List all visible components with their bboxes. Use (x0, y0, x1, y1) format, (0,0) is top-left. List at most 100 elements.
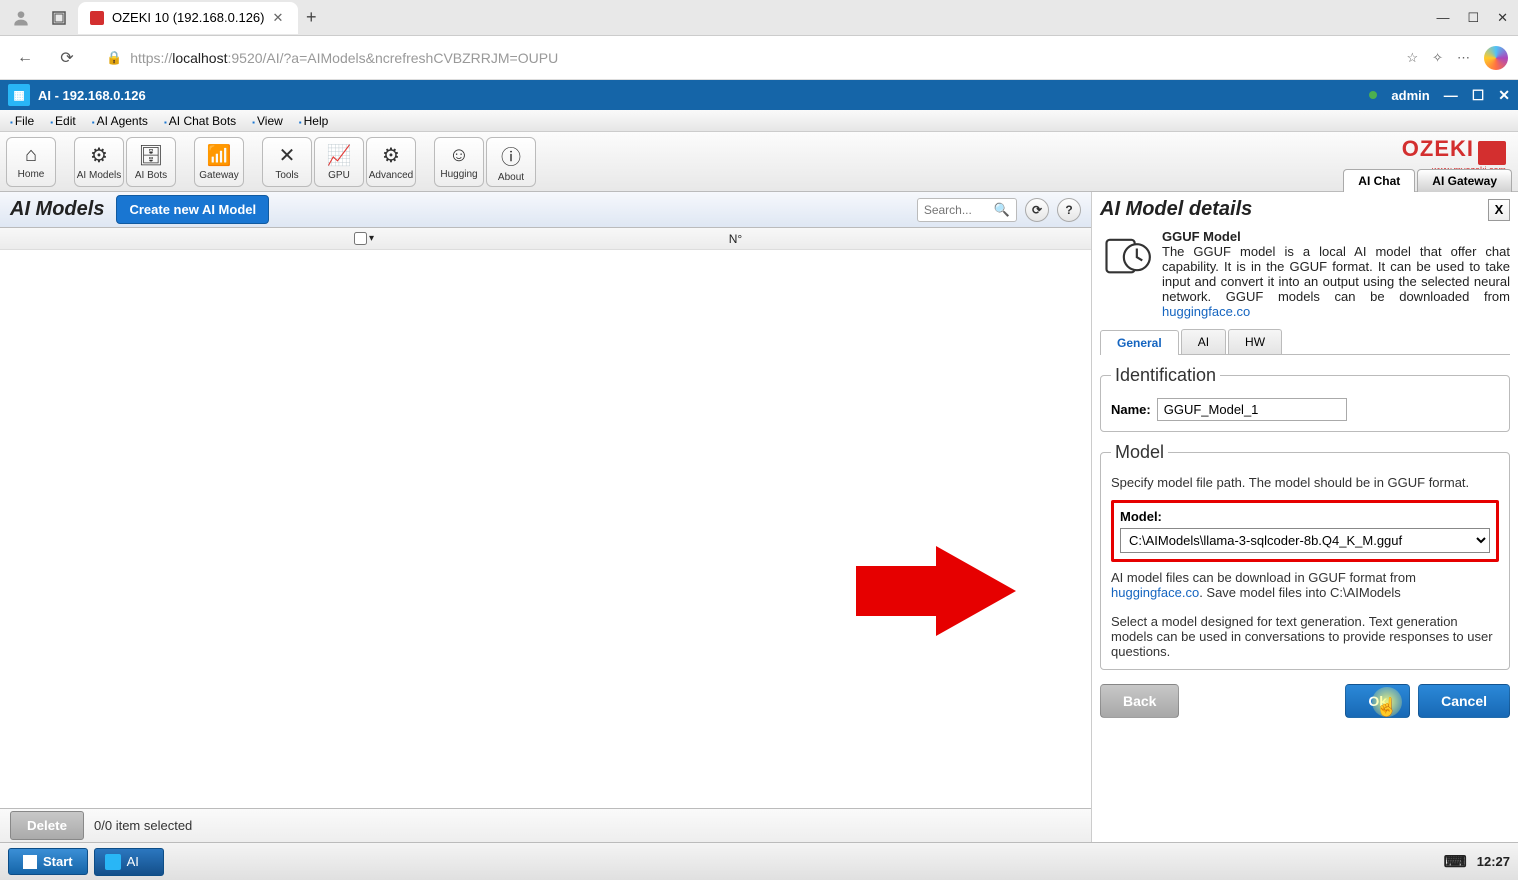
toolbar-home[interactable]: ⌂Home (6, 137, 56, 187)
tab-hw[interactable]: HW (1228, 329, 1282, 354)
workspace-icon[interactable] (44, 3, 74, 33)
model-select[interactable]: C:\AIModels\llama-3-sqlcoder-8b.Q4_K_M.g… (1120, 528, 1490, 553)
right-tab-strip: AI Chat AI Gateway (1343, 169, 1512, 192)
select-all-checkbox[interactable] (354, 232, 367, 245)
main-pane: AI Models Create new AI Model 🔍 ⟳ ? ▾ N° (0, 192, 1092, 842)
advanced-icon: ⚙ (382, 143, 400, 168)
main-pane-header: AI Models Create new AI Model 🔍 ⟳ ? (0, 192, 1091, 228)
tab-ai[interactable]: AI (1181, 329, 1226, 354)
model-legend: Model (1111, 442, 1168, 463)
info-icon: ⓘ (501, 141, 521, 170)
create-new-ai-model-button[interactable]: Create new AI Model (116, 195, 269, 224)
star-icon[interactable]: ☆ (1406, 50, 1418, 66)
tab-title: OZEKI 10 (192.168.0.126) (112, 10, 264, 25)
cancel-button[interactable]: Cancel (1418, 684, 1510, 718)
details-pane: AI Model details X GGUF Model The GGUF m… (1092, 192, 1518, 842)
model-help-2: AI model files can be download in GGUF f… (1111, 570, 1499, 600)
toolbar-tools[interactable]: ✕Tools (262, 137, 312, 187)
menu-ai-chat-bots[interactable]: AI Chat Bots (158, 114, 242, 128)
menu-help[interactable]: Help (293, 114, 335, 128)
status-dot-icon (1369, 91, 1377, 99)
url-text: https://localhost:9520/AI/?a=AIModels&nc… (130, 50, 558, 66)
page-title: AI Models (10, 198, 104, 221)
menu-edit[interactable]: Edit (44, 114, 82, 128)
reload-button[interactable]: ⟳ (52, 43, 82, 73)
keyboard-icon[interactable]: ⌨ (1444, 852, 1467, 872)
more-icon[interactable]: ⋯ (1457, 50, 1470, 66)
table-header: ▾ N° (0, 228, 1091, 250)
toolbar: ⌂Home ⚙AI Models 🗄AI Bots 📶Gateway ✕Tool… (0, 132, 1518, 192)
close-icon[interactable]: ✕ (1497, 10, 1508, 26)
huggingface-link[interactable]: huggingface.co (1162, 304, 1250, 319)
menu-file[interactable]: File (4, 114, 40, 128)
detail-tabs: General AI HW (1100, 329, 1510, 355)
app-minimize-icon[interactable]: — (1444, 87, 1458, 103)
toolbar-ai-models[interactable]: ⚙AI Models (74, 137, 124, 187)
taskbar-task-ai[interactable]: AI (94, 848, 164, 876)
search-input[interactable] (924, 203, 994, 217)
clock: 12:27 (1477, 854, 1510, 869)
home-icon: ⌂ (25, 144, 37, 167)
app-title: AI - 192.168.0.126 (38, 88, 146, 103)
tab-ai-gateway[interactable]: AI Gateway (1417, 169, 1512, 192)
address-bar[interactable]: 🔒 https://localhost:9520/AI/?a=AIModels&… (94, 43, 1394, 73)
back-button[interactable]: ← (10, 43, 40, 73)
search-box[interactable]: 🔍 (917, 198, 1017, 222)
start-button[interactable]: Start (8, 848, 88, 875)
table-body (0, 250, 1091, 808)
model-select-highlight: Model: C:\AIModels\llama-3-sqlcoder-8b.Q… (1111, 500, 1499, 562)
profile-icon[interactable] (6, 3, 36, 33)
toolbar-about[interactable]: ⓘAbout (486, 137, 536, 187)
annotation-arrow-icon (856, 546, 1016, 636)
search-icon[interactable]: 🔍 (994, 202, 1010, 218)
menu-bar: File Edit AI Agents AI Chat Bots View He… (0, 110, 1518, 132)
tab-favicon (90, 11, 104, 25)
copilot-icon[interactable] (1484, 46, 1508, 70)
help-icon: ? (1065, 203, 1072, 217)
app-close-icon[interactable]: ✕ (1498, 87, 1510, 104)
lock-icon: 🔒 (106, 50, 122, 66)
toolbar-gateway[interactable]: 📶Gateway (194, 137, 244, 187)
name-input[interactable] (1157, 398, 1347, 421)
user-label[interactable]: admin (1391, 88, 1429, 103)
model-label: Model: (1120, 509, 1490, 524)
tab-ai-chat[interactable]: AI Chat (1343, 169, 1415, 192)
details-close-button[interactable]: X (1488, 199, 1510, 221)
browser-tab[interactable]: OZEKI 10 (192.168.0.126) ✕ (78, 2, 298, 34)
toolbar-advanced[interactable]: ⚙Advanced (366, 137, 416, 187)
new-tab-button[interactable]: + (306, 7, 317, 28)
tab-close-icon[interactable]: ✕ (272, 10, 283, 26)
gpu-icon: 📈 (327, 143, 352, 168)
maximize-icon[interactable]: ☐ (1467, 10, 1479, 26)
refresh-button[interactable]: ⟳ (1025, 198, 1049, 222)
favorites-icon[interactable]: ✧ (1432, 50, 1443, 66)
tab-general[interactable]: General (1100, 330, 1179, 355)
window-controls: — ☐ ✕ (1436, 10, 1508, 26)
content-area: AI Models Create new AI Model 🔍 ⟳ ? ▾ N° (0, 192, 1518, 842)
menu-view[interactable]: View (246, 114, 289, 128)
toolbar-ai-bots[interactable]: 🗄AI Bots (126, 137, 176, 187)
name-label: Name: (1111, 402, 1151, 417)
chevron-down-icon[interactable]: ▾ (369, 233, 374, 244)
app-maximize-icon[interactable]: ☐ (1472, 87, 1485, 104)
toolbar-hugging[interactable]: ☺Hugging (434, 137, 484, 187)
ozeki-logo-icon (1478, 141, 1506, 165)
app-icon: ▦ (8, 84, 30, 106)
minimize-icon[interactable]: — (1436, 10, 1449, 26)
ok-button[interactable]: Ok ☝ (1345, 684, 1410, 718)
browser-actions: ☆ ✧ ⋯ (1406, 46, 1508, 70)
back-button[interactable]: Back (1100, 684, 1179, 718)
delete-button[interactable]: Delete (10, 811, 84, 840)
menu-ai-agents[interactable]: AI Agents (86, 114, 154, 128)
taskbar: Start AI ⌨ 12:27 (0, 842, 1518, 880)
gateway-icon: 📶 (207, 143, 232, 168)
identification-legend: Identification (1111, 365, 1220, 386)
details-description: GGUF Model The GGUF model is a local AI … (1162, 229, 1510, 319)
huggingface-link-2[interactable]: huggingface.co (1111, 585, 1199, 600)
toolbar-gpu[interactable]: 📈GPU (314, 137, 364, 187)
start-icon (23, 855, 37, 869)
model-fieldset: Model Specify model file path. The model… (1100, 442, 1510, 670)
column-n[interactable]: N° (380, 232, 1091, 246)
selection-status: 0/0 item selected (94, 818, 192, 833)
help-button[interactable]: ? (1057, 198, 1081, 222)
